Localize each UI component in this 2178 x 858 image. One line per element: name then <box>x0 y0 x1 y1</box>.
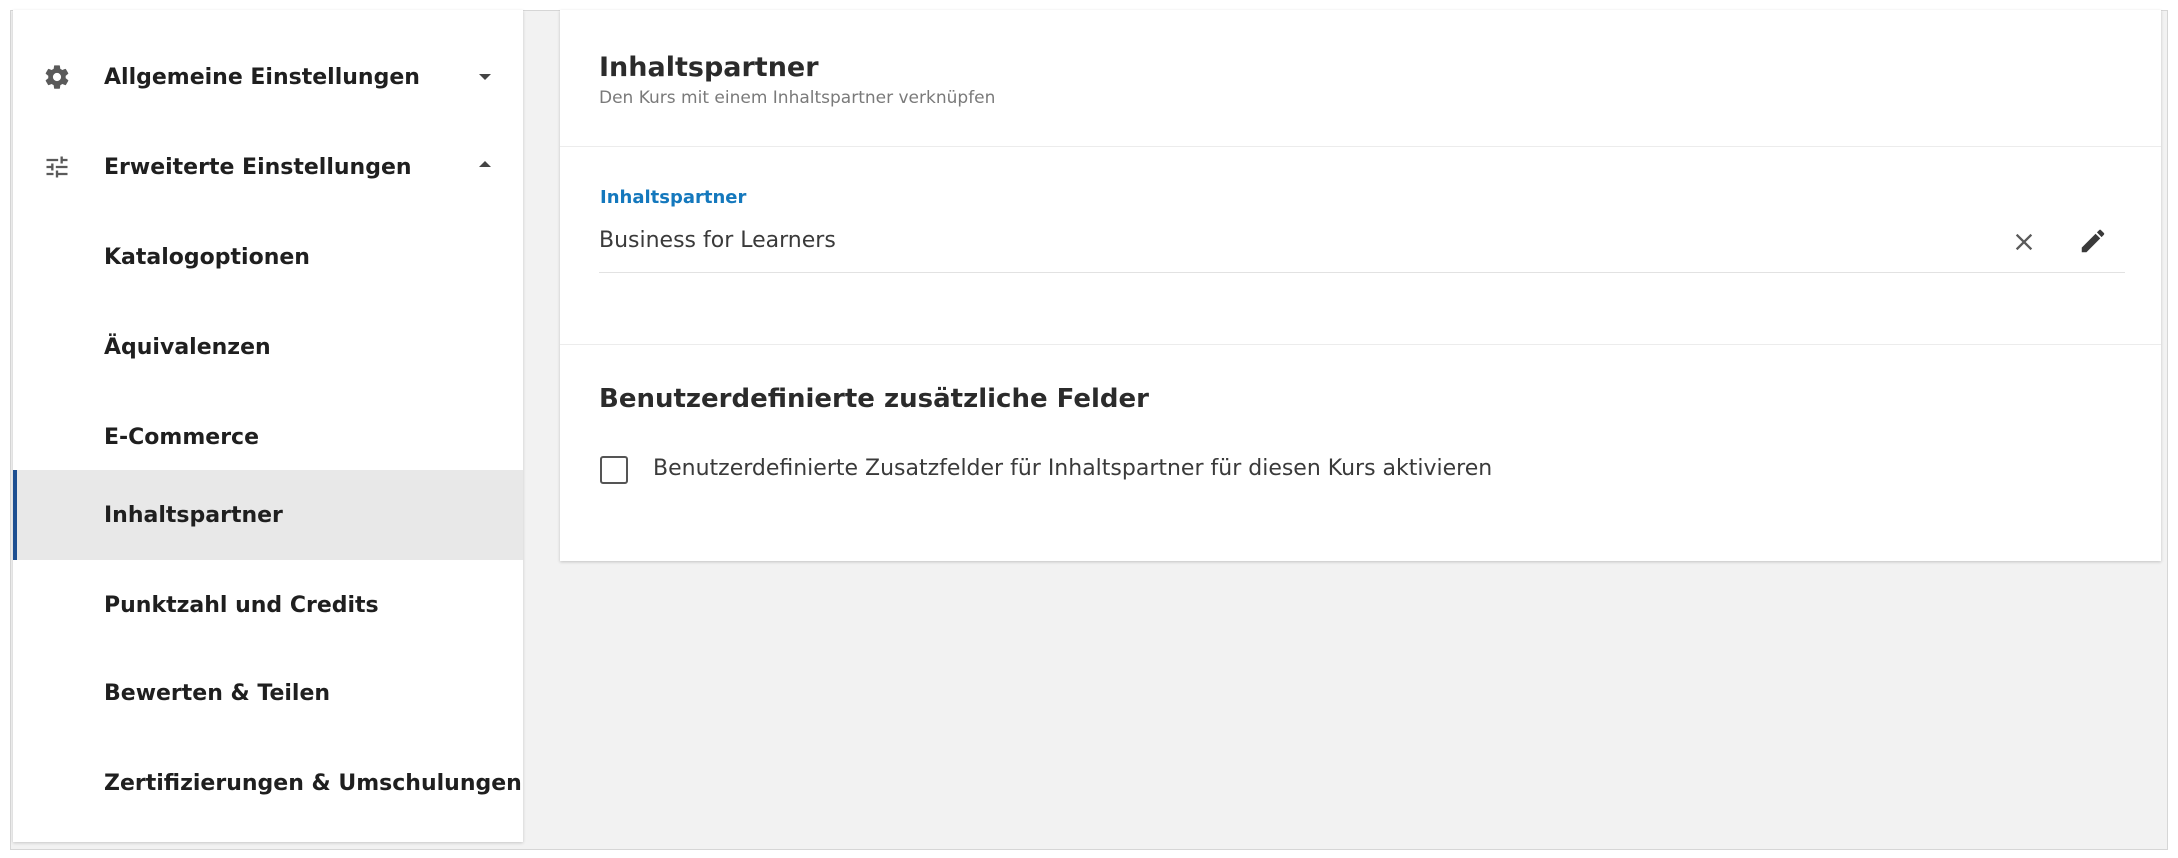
sidebar-item-label: Allgemeine Einstellungen <box>104 64 420 90</box>
sidebar-item-certifications[interactable]: Zertifizierungen & Umschulungen <box>13 738 523 828</box>
sliders-icon <box>43 153 71 181</box>
chevron-up-icon <box>479 161 491 167</box>
edit-icon[interactable] <box>2078 226 2108 256</box>
field-underline <box>599 272 2125 273</box>
content-partner-field[interactable]: Business for Learners <box>599 228 836 253</box>
chevron-down-icon <box>479 74 491 80</box>
custom-fields-checkbox[interactable] <box>600 456 628 484</box>
sidebar-item-label: E-Commerce <box>104 424 259 450</box>
sidebar-item-score-credits[interactable]: Punktzahl und Credits <box>13 560 523 650</box>
sidebar-item-ecommerce[interactable]: E-Commerce <box>13 392 523 482</box>
sidebar-item-label: Punktzahl und Credits <box>104 592 379 618</box>
sidebar-item-equivalencies[interactable]: Äquivalenzen <box>13 302 523 392</box>
custom-fields-title: Benutzerdefinierte zusätzliche Felder <box>599 384 1149 414</box>
sidebar-item-rate-share[interactable]: Bewerten & Teilen <box>13 648 523 738</box>
custom-fields-checkbox-label[interactable]: Benutzerdefinierte Zusatzfelder für Inha… <box>653 456 1492 481</box>
content-partner-card: Inhaltspartner Den Kurs mit einem Inhalt… <box>560 10 2161 561</box>
divider <box>560 344 2161 345</box>
sidebar-item-label: Bewerten & Teilen <box>104 680 331 706</box>
sidebar-item-advanced-settings[interactable]: Erweiterte Einstellungen <box>13 122 523 212</box>
content-partner-field-label: Inhaltspartner <box>600 187 747 208</box>
sidebar-item-label: Erweiterte Einstellungen <box>104 154 412 180</box>
sidebar-item-content-partner[interactable]: Inhaltspartner <box>13 470 523 560</box>
sidebar-item-label: Katalogoptionen <box>104 244 310 270</box>
divider <box>560 146 2161 147</box>
sidebar-item-label: Zertifizierungen & Umschulungen <box>104 770 522 796</box>
sidebar-item-label: Inhaltspartner <box>104 502 283 528</box>
sidebar-item-catalog-options[interactable]: Katalogoptionen <box>13 212 523 302</box>
page-subtitle: Den Kurs mit einem Inhaltspartner verknü… <box>599 88 996 108</box>
page-title: Inhaltspartner <box>599 52 819 83</box>
sidebar-item-general-settings[interactable]: Allgemeine Einstellungen <box>13 32 523 122</box>
clear-icon[interactable] <box>2010 228 2038 256</box>
settings-sidebar: Allgemeine Einstellungen Erweiterte Eins… <box>13 10 523 842</box>
gear-icon <box>43 63 71 91</box>
sidebar-item-label: Äquivalenzen <box>104 334 271 360</box>
